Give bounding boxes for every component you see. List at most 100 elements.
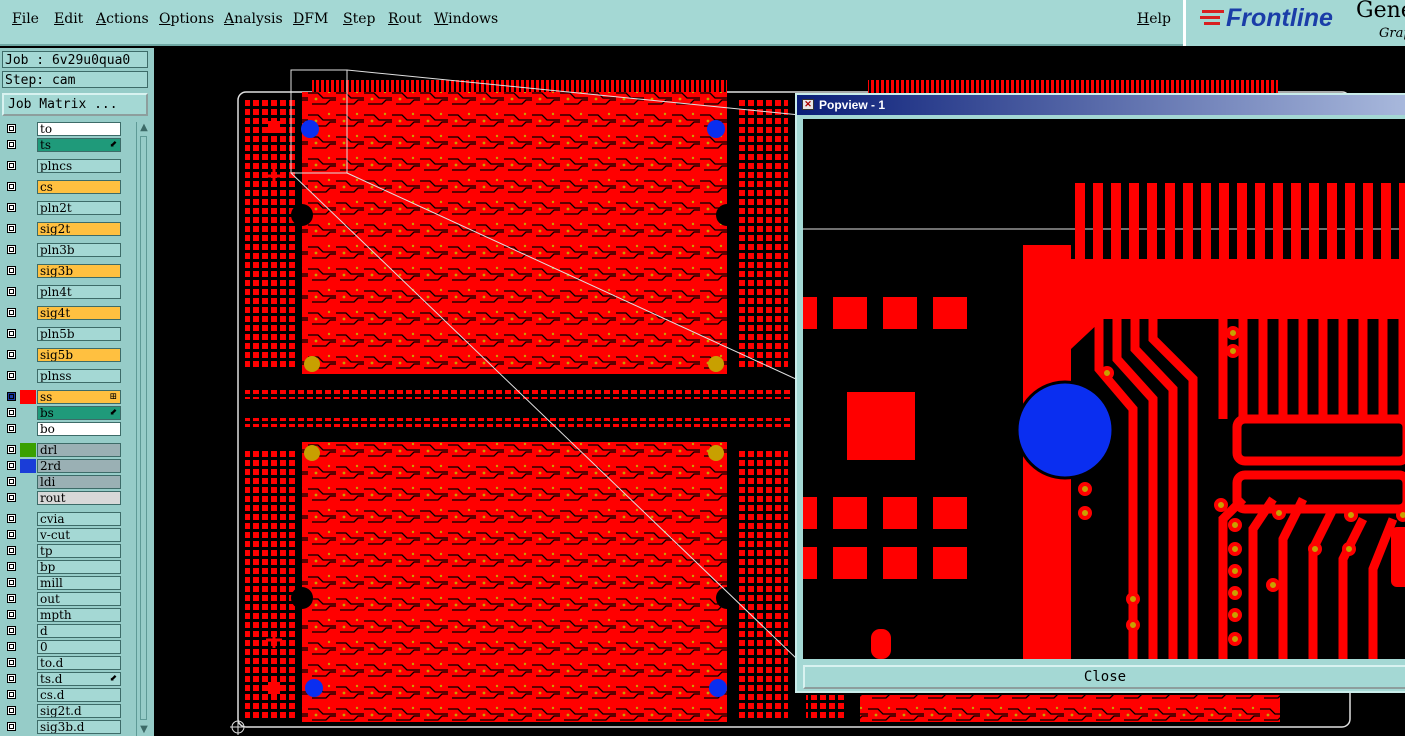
layer-name-label[interactable]: ts.d ⬋ — [37, 672, 121, 686]
layer-name-label[interactable]: sig3b.d — [37, 720, 121, 734]
layer-row-33[interactable]: sig3b.d — [2, 720, 136, 735]
layer-row-22[interactable]: tp — [2, 544, 136, 559]
layer-checkbox[interactable] — [7, 287, 16, 296]
layer-checkbox[interactable] — [7, 392, 16, 401]
menu-edit[interactable]: Edit — [54, 11, 83, 27]
layer-row-32[interactable]: sig2t.d — [2, 704, 136, 719]
layer-row-21[interactable]: v-cut — [2, 528, 136, 543]
layer-checkbox[interactable] — [7, 626, 16, 635]
layer-name-label[interactable]: pln2t — [37, 201, 121, 215]
layer-row-31[interactable]: cs.d — [2, 688, 136, 703]
scroll-down-arrow-icon[interactable]: ▼ — [138, 724, 150, 736]
layer-name-label[interactable]: tp — [37, 544, 121, 558]
menu-analysis[interactable]: Analysis — [224, 11, 283, 27]
layer-checkbox[interactable] — [7, 224, 16, 233]
layer-checkbox[interactable] — [7, 562, 16, 571]
layer-checkbox[interactable] — [7, 140, 16, 149]
menu-windows[interactable]: Windows — [434, 11, 498, 27]
layer-checkbox[interactable] — [7, 408, 16, 417]
layer-name-label[interactable]: pln4t — [37, 285, 121, 299]
layer-name-label[interactable]: cs — [37, 180, 121, 194]
layer-checkbox[interactable] — [7, 203, 16, 212]
layer-checkbox[interactable] — [7, 266, 16, 275]
menu-file[interactable]: File — [12, 11, 39, 27]
layer-row-1[interactable]: ts ⬋ — [2, 138, 136, 153]
layer-row-12[interactable]: plnss — [2, 369, 136, 384]
layer-row-27[interactable]: d — [2, 624, 136, 639]
close-button[interactable]: Close — [803, 665, 1405, 689]
layer-row-15[interactable]: bo — [2, 422, 136, 437]
layer-checkbox[interactable] — [7, 124, 16, 133]
layer-checkbox[interactable] — [7, 461, 16, 470]
window-menu-icon[interactable]: ✕ — [802, 99, 814, 110]
layer-checkbox[interactable] — [7, 594, 16, 603]
layer-row-14[interactable]: bs ⬋ — [2, 406, 136, 421]
layer-row-25[interactable]: out — [2, 592, 136, 607]
layer-checkbox[interactable] — [7, 514, 16, 523]
layer-name-label[interactable]: v-cut — [37, 528, 121, 542]
layer-row-30[interactable]: ts.d ⬋ — [2, 672, 136, 687]
menu-options[interactable]: Options — [159, 11, 214, 27]
layer-row-0[interactable]: to — [2, 122, 136, 137]
layer-checkbox[interactable] — [7, 350, 16, 359]
layer-name-label[interactable]: sig5b — [37, 348, 121, 362]
layer-row-8[interactable]: pln4t — [2, 285, 136, 300]
layer-row-16[interactable]: drl — [2, 443, 136, 458]
layer-checkbox[interactable] — [7, 245, 16, 254]
layer-name-label[interactable]: ss ⊞ — [37, 390, 121, 404]
layer-name-label[interactable]: plncs — [37, 159, 121, 173]
layer-row-2[interactable]: plncs — [2, 159, 136, 174]
layer-name-label[interactable]: plnss — [37, 369, 121, 383]
layer-checkbox[interactable] — [7, 477, 16, 486]
layer-row-11[interactable]: sig5b — [2, 348, 136, 363]
layer-row-4[interactable]: pln2t — [2, 201, 136, 216]
layer-name-label[interactable]: ts ⬋ — [37, 138, 121, 152]
layer-checkbox[interactable] — [7, 308, 16, 317]
layer-name-label[interactable]: sig3b — [37, 264, 121, 278]
layer-name-label[interactable]: cs.d — [37, 688, 121, 702]
layer-row-9[interactable]: sig4t — [2, 306, 136, 321]
layer-name-label[interactable]: pln3b — [37, 243, 121, 257]
menu-help[interactable]: Help — [1137, 11, 1171, 27]
layer-checkbox[interactable] — [7, 371, 16, 380]
layer-name-label[interactable]: mill — [37, 576, 121, 590]
layer-name-label[interactable]: cvia — [37, 512, 121, 526]
layer-name-label[interactable]: sig2t — [37, 222, 121, 236]
layer-checkbox[interactable] — [7, 690, 16, 699]
layer-name-label[interactable]: sig4t — [37, 306, 121, 320]
layer-name-label[interactable]: mpth — [37, 608, 121, 622]
popview-zoom-view[interactable] — [803, 119, 1405, 659]
layer-row-10[interactable]: pln5b — [2, 327, 136, 342]
layer-checkbox[interactable] — [7, 493, 16, 502]
layer-checkbox[interactable] — [7, 610, 16, 619]
layer-row-26[interactable]: mpth — [2, 608, 136, 623]
scroll-up-arrow-icon[interactable]: ▲ — [138, 122, 150, 134]
layer-row-24[interactable]: mill — [2, 576, 136, 591]
layer-name-label[interactable]: 2rd — [37, 459, 121, 473]
layer-name-label[interactable]: rout — [37, 491, 121, 505]
layer-checkbox[interactable] — [7, 674, 16, 683]
layer-checkbox[interactable] — [7, 642, 16, 651]
layer-name-label[interactable]: bp — [37, 560, 121, 574]
layer-checkbox[interactable] — [7, 182, 16, 191]
menu-actions[interactable]: Actions — [96, 11, 149, 27]
layer-checkbox[interactable] — [7, 658, 16, 667]
layer-checkbox[interactable] — [7, 424, 16, 433]
layer-checkbox[interactable] — [7, 530, 16, 539]
layer-row-18[interactable]: ldi — [2, 475, 136, 490]
layer-name-label[interactable]: d — [37, 624, 121, 638]
layer-checkbox[interactable] — [7, 329, 16, 338]
layer-checkbox[interactable] — [7, 578, 16, 587]
layer-checkbox[interactable] — [7, 161, 16, 170]
job-matrix-button[interactable]: Job Matrix ... — [2, 93, 148, 116]
layer-name-label[interactable]: 0 — [37, 640, 121, 654]
layer-row-3[interactable]: cs — [2, 180, 136, 195]
layer-checkbox[interactable] — [7, 445, 16, 454]
layer-row-19[interactable]: rout — [2, 491, 136, 506]
layer-name-label[interactable]: out — [37, 592, 121, 606]
layer-name-label[interactable]: to — [37, 122, 121, 136]
scroll-track[interactable] — [140, 136, 147, 720]
layer-row-6[interactable]: pln3b — [2, 243, 136, 258]
layer-row-23[interactable]: bp — [2, 560, 136, 575]
layer-name-label[interactable]: to.d — [37, 656, 121, 670]
